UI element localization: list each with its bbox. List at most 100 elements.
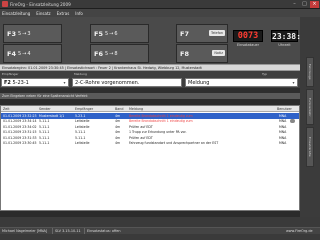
f8-notiz-button[interactable]: F8 Notiz (176, 44, 228, 63)
f8-label: Notiz (212, 50, 225, 56)
cell-user: MNA (279, 141, 287, 145)
minimize-icon[interactable]: – (290, 1, 299, 8)
f7-label: Telefon (208, 30, 225, 36)
cell-user: MNA (279, 124, 287, 129)
message-log-table: Zeit Sender Empfänger Band Meldung Benut… (0, 105, 300, 211)
table-header: Zeit Sender Empfänger Band Meldung Benut… (1, 106, 299, 112)
f3-button[interactable]: F3 5 → 3 (3, 24, 62, 43)
cell-recipient: Leitstelle (75, 124, 90, 129)
cell-recipient: 5-11-1 (75, 130, 86, 134)
cell-time: 01.01.2009 23:34:14 (3, 119, 37, 123)
cell-recipient: 5-23-1 (75, 113, 86, 118)
cell-time: 01.01.2009 23:30:45 (3, 141, 37, 145)
status-user: Michael Nagelmeier [MNA] (2, 229, 48, 233)
menu-einsatzleitung[interactable]: Einsatzleitung (2, 11, 30, 16)
recipient-label: Empfänger (2, 72, 19, 76)
f7-key-label: F7 (180, 29, 189, 38)
cell-recipient: 5-11-1 (75, 135, 86, 140)
cell-user: MNA (279, 119, 287, 123)
f4-button[interactable]: F4 5 → 4 (3, 44, 62, 63)
title-bar: FireOrg - Einsatzleitung 2009 – □ × (0, 0, 320, 9)
app-icon (2, 1, 8, 7)
f4-arrows: 5 → 4 (17, 50, 31, 57)
cell-band: 4m (115, 130, 121, 134)
cell-message: Prüfen auf EDT (129, 135, 153, 140)
type-label: Typ (262, 72, 268, 76)
cell-message: Prüfen auf EDT (129, 124, 153, 129)
cell-time: 01.01.2009 23:34:02 (3, 124, 37, 129)
recipient-dropdown-icon[interactable]: ▾ (62, 80, 67, 86)
window-title: FireOrg - Einsatzleitung 2009 (10, 1, 71, 7)
menu-bar: Einsatzleitung Einsatz Extras Info (0, 9, 320, 17)
cell-recipient: Leitstelle (75, 141, 90, 145)
side-tab-einsatzkraefte[interactable]: Einsatzkräfte (306, 127, 314, 167)
type-dropdown-icon[interactable]: ▾ (291, 80, 296, 86)
cell-band: 4m (115, 113, 121, 118)
type-value: Meldung (188, 80, 210, 86)
cell-message: Bereite Brandabschnitt 1 eindeutig zum (129, 113, 193, 118)
cell-sender: 5-11-1 (39, 119, 50, 123)
website-link[interactable]: www.FireOrg.de (286, 228, 313, 234)
menu-info[interactable]: Info (75, 11, 83, 16)
cell-message: Bereite Brandabschnitt 1 eindeutig zum (129, 119, 193, 123)
cell-band: 4m (115, 141, 121, 145)
clock-label: Uhrzeit (278, 43, 291, 47)
col-sender[interactable]: Sender (39, 107, 51, 111)
f5-button[interactable]: F5 5 → 6 (90, 24, 149, 43)
recipient-field[interactable]: F2 5-23-1 ▾ (1, 78, 69, 87)
f5-arrows: 5 → 6 (104, 30, 118, 37)
cell-band: 4m (115, 135, 121, 140)
f5-key-label: F5 (94, 29, 103, 38)
cell-message: Fahrzeug fundstandort und Ansprechpartne… (129, 141, 219, 145)
f6-arrows: 5 → 8 (104, 50, 118, 57)
cell-band: 4m (115, 124, 121, 129)
side-tab-fahrzeuge[interactable]: Fahrzeuge (306, 57, 314, 87)
message-value: 2-C-Rohre vorgenommen. (75, 80, 140, 86)
grouping-hint: Zum Eingeben neben für eine Spaltenansic… (0, 93, 300, 99)
cell-message: 1 Trupp zur Erkundung unter PA vor. (129, 130, 187, 134)
recipient-prefix: F2 (4, 80, 11, 86)
status-version: SLV 3.15-10-11 (55, 229, 81, 233)
f3-arrows: 5 → 3 (17, 30, 31, 37)
cell-time: 01.01.2009 23:31:33 (3, 135, 37, 140)
status-state: Einsatzstatus: offen (87, 229, 121, 233)
f4-key-label: F4 (7, 49, 16, 58)
message-field[interactable]: 2-C-Rohre vorgenommen. (72, 78, 182, 87)
type-select[interactable]: Meldung ▾ (185, 78, 298, 87)
message-input-row: F2 5-23-1 ▾ 2-C-Rohre vorgenommen. Meldu… (0, 77, 300, 88)
f3-key-label: F3 (7, 29, 16, 38)
status-bar: Michael Nagelmeier [MNA] SLV 3.15-10-11 … (0, 227, 320, 234)
menu-einsatz[interactable]: Einsatz (36, 11, 50, 16)
cell-sender: 5-11-1 (39, 135, 50, 140)
status-separator (84, 228, 85, 234)
f7-telefon-button[interactable]: F7 Telefon (176, 24, 228, 43)
f8-key-label: F8 (180, 49, 189, 58)
side-tab-funkverkehr[interactable]: Funkverkehr (306, 89, 314, 125)
duration-label: Einsatzdauer (236, 43, 260, 47)
cell-band: 4m (115, 119, 121, 123)
close-icon[interactable]: × (310, 0, 319, 8)
f6-button[interactable]: F6 5 → 8 (90, 44, 149, 63)
col-zeit[interactable]: Zeit (3, 107, 10, 111)
cell-user: MNA (279, 135, 287, 140)
col-benutzer[interactable]: Benutzer (277, 107, 292, 111)
menu-extras[interactable]: Extras (57, 11, 70, 16)
cell-sender: 5-11-1 (39, 141, 50, 145)
recipient-value: 5-23-1 (12, 80, 29, 86)
cell-user: MNA (279, 113, 287, 118)
cell-sender: 5-11-1 (39, 124, 50, 129)
cell-sender: Musterstadt 1/1 (39, 113, 65, 118)
message-label: Meldung (74, 72, 87, 76)
side-tab-strip: Fahrzeuge Funkverkehr Einsatzkräfte (300, 17, 320, 217)
status-icon[interactable] (290, 118, 295, 124)
col-band[interactable]: Band (115, 107, 123, 111)
cell-recipient: Leitstelle (75, 119, 90, 123)
col-empfaenger[interactable]: Empfänger (75, 107, 93, 111)
col-meldung[interactable]: Meldung (129, 107, 143, 111)
maximize-icon[interactable]: □ (300, 1, 309, 8)
incident-info-strip: Einsatzbeginn: 01.01.2009 23:30:45 | Ein… (0, 64, 300, 71)
cell-sender: 5-11-1 (39, 130, 50, 134)
cell-time: 01.01.2009 23:32:23 (3, 113, 37, 118)
clock-display: 23:38:12 (271, 30, 311, 42)
table-row[interactable]: 01.01.2009 23:30:45 5-11-1 Leitstelle 4m… (1, 141, 299, 147)
